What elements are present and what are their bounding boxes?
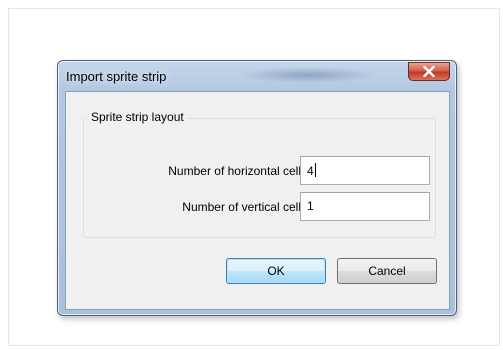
text-caret [314,163,316,177]
horizontal-cells-input[interactable]: 4 [300,156,430,185]
dialog-client-area: Sprite strip layout Number of horizontal… [65,91,450,310]
ok-button[interactable]: OK [226,258,326,284]
group-label: Sprite strip layout [87,110,188,124]
dialog-title: Import sprite strip [66,69,167,84]
cancel-button-label: Cancel [368,264,406,278]
title-bar[interactable]: Import sprite strip [58,61,456,91]
horizontal-cells-value: 4 [307,164,314,178]
cancel-button[interactable]: Cancel [337,258,437,284]
vertical-cells-value: 1 [307,199,314,213]
vertical-cells-input[interactable]: 1 [300,192,430,221]
vertical-cells-label: Number of vertical cells [182,200,307,214]
close-button[interactable] [408,62,450,81]
ok-button-label: OK [267,264,285,278]
close-icon [423,66,435,77]
title-bar-glow [238,67,378,83]
import-sprite-strip-dialog: Import sprite strip Sprite strip layout … [57,60,457,316]
horizontal-cells-label: Number of horizontal cells [168,164,307,178]
